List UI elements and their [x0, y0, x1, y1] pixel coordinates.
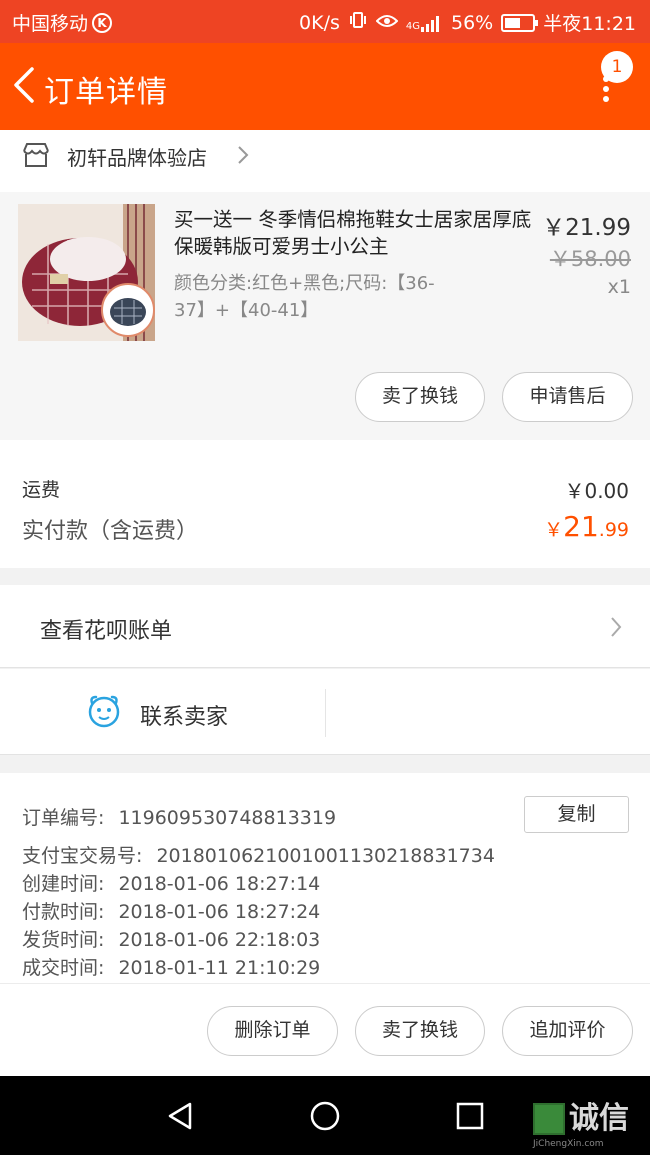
order-number-row: 订单编号: 119609530748813319	[22, 803, 336, 830]
sell-for-cash-button[interactable]: 卖了换钱	[355, 1006, 485, 1056]
more-options-icon[interactable]	[596, 75, 616, 105]
order-actions: 删除订单 卖了换钱 追加评价	[0, 983, 650, 1076]
alipay-number-label: 支付宝交易号:	[22, 845, 143, 867]
paid-currency: ￥	[544, 519, 564, 541]
watermark: 诚信 JiChengXin.com	[533, 1101, 629, 1149]
order-number-label: 订单编号:	[22, 807, 105, 829]
after-sale-button[interactable]: 申请售后	[502, 372, 633, 422]
watermark-logo-icon	[533, 1103, 565, 1135]
shipped-time-label: 发货时间:	[22, 929, 105, 951]
completed-time-row: 成交时间: 2018-01-11 21:10:29	[22, 953, 320, 980]
paid-time-row: 付款时间: 2018-01-06 18:27:24	[22, 897, 320, 924]
chevron-right-icon	[236, 144, 250, 166]
recents-square-icon[interactable]	[450, 1096, 490, 1136]
vibrate-icon	[348, 10, 368, 35]
shipped-time-row: 发货时间: 2018-01-06 22:18:03	[22, 925, 320, 952]
product-original-price: ￥58.00	[549, 247, 631, 271]
paid-amount: ￥21.99	[544, 510, 629, 543]
product-title[interactable]: 买一送一 冬季情侣棉拖鞋女士居家居厚底保暖韩版可爱男士小公主	[174, 206, 534, 260]
order-info: 订单编号: 119609530748813319 复制 支付宝交易号: 2018…	[0, 773, 650, 983]
shop-icon	[22, 142, 50, 168]
carrier-name: 中国移动	[12, 13, 89, 35]
watermark-text: 诚信	[569, 1101, 629, 1136]
home-circle-icon[interactable]	[305, 1096, 345, 1136]
contact-seller-button[interactable]: 联系卖家	[140, 699, 228, 731]
copy-button[interactable]: 复制	[524, 796, 629, 833]
shop-row[interactable]: 初轩品牌体验店	[0, 130, 650, 192]
add-review-button[interactable]: 追加评价	[502, 1006, 633, 1056]
signal-icon: 4G	[406, 14, 443, 32]
paid-amount-label: 实付款（含运费）	[22, 519, 199, 544]
product-image[interactable]	[18, 204, 155, 341]
shipped-time: 2018-01-06 22:18:03	[118, 929, 321, 951]
alipay-number-row: 支付宝交易号: 2018010621001001130218831734	[22, 841, 495, 868]
paid-time: 2018-01-06 18:27:24	[118, 901, 321, 923]
back-triangle-icon[interactable]	[162, 1096, 202, 1136]
created-time-row: 创建时间: 2018-01-06 18:27:14	[22, 869, 320, 896]
fee-summary: 运费 ￥0.00 实付款（含运费） ￥21.99	[0, 440, 650, 568]
paid-time-label: 付款时间:	[22, 901, 105, 923]
product-price: ￥21.99	[542, 215, 631, 241]
alipay-number: 2018010621001001130218831734	[156, 845, 495, 867]
chevron-right-icon	[609, 615, 623, 639]
product-quantity: x1	[607, 276, 631, 298]
paid-decimal: .99	[598, 519, 629, 541]
shipping-value: ￥0.00	[564, 479, 629, 503]
contact-seller-bar: 联系卖家	[0, 669, 650, 755]
created-time: 2018-01-06 18:27:14	[118, 873, 321, 895]
shop-name: 初轩品牌体验店	[67, 146, 207, 170]
eye-icon	[375, 12, 399, 34]
clock: 半夜11:21	[543, 13, 636, 35]
delete-order-button[interactable]: 删除订单	[207, 1006, 338, 1056]
order-item[interactable]: 买一送一 冬季情侣棉拖鞋女士居家居厚底保暖韩版可爱男士小公主 颜色分类:红色+黑…	[0, 192, 650, 440]
sell-for-cash-button[interactable]: 卖了换钱	[355, 372, 485, 422]
battery-percent: 56%	[451, 11, 494, 34]
huabei-bill-label: 查看花呗账单	[40, 619, 173, 644]
battery-icon	[501, 13, 539, 32]
shipping-label: 运费	[22, 479, 61, 501]
chat-face-icon[interactable]	[86, 693, 122, 729]
completed-time-label: 成交时间:	[22, 957, 105, 979]
paid-integer: 21	[563, 510, 599, 543]
status-bar: 中国移动 K 0K/s 4G 56% 半夜11:21	[0, 0, 650, 43]
back-arrow-icon[interactable]	[10, 65, 40, 105]
watermark-subtext: JiChengXin.com	[533, 1139, 604, 1149]
nav-bar: 订单详情 1	[0, 43, 650, 130]
product-sku: 颜色分类:红色+黑色;尺码:【36-37】+【40-41】	[174, 273, 435, 321]
divider	[325, 689, 326, 737]
order-number: 119609530748813319	[118, 807, 337, 829]
huabei-bill-row[interactable]: 查看花呗账单	[0, 585, 650, 668]
completed-time: 2018-01-11 21:10:29	[118, 957, 321, 979]
network-type: 4G	[405, 20, 420, 32]
created-time-label: 创建时间:	[22, 873, 105, 895]
carrier-badge-icon: K	[92, 12, 113, 33]
page-title: 订单详情	[44, 75, 168, 110]
network-speed: 0K/s	[299, 11, 340, 34]
